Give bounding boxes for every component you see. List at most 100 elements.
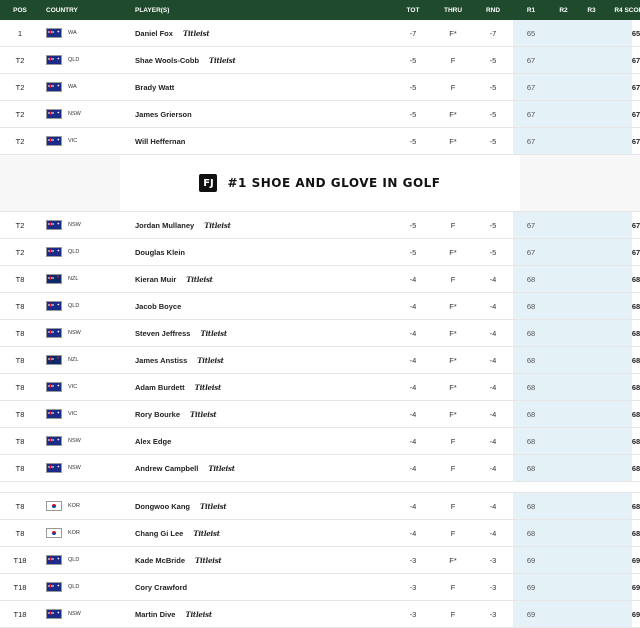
r2-cell <box>549 239 578 265</box>
rows-group-bottom: T8 KOR Dongwoo Kang Titleist -4 F -4 68 … <box>0 493 640 628</box>
player-cell[interactable]: Adam Burdett Titleist <box>123 374 393 400</box>
r2-cell <box>549 320 578 346</box>
header-r3[interactable]: R3 <box>578 0 605 20</box>
r3-cell <box>578 320 605 346</box>
player-name[interactable]: Shae Wools-Cobb <box>135 56 199 65</box>
player-name[interactable]: Adam Burdett <box>135 383 185 392</box>
player-name[interactable]: Daniel Fox <box>135 29 173 38</box>
player-cell[interactable]: Douglas Klein <box>123 239 393 265</box>
player-cell[interactable]: Rory Bourke Titleist <box>123 401 393 427</box>
header-score[interactable]: SCORE <box>624 0 640 20</box>
table-row[interactable]: T2 VIC Will Heffernan -5 F* -5 67 67 <box>0 128 640 155</box>
table-row[interactable]: T2 QLD Shae Wools-Cobb Titleist -5 F -5 … <box>0 47 640 74</box>
country-cell: KOR <box>40 520 123 546</box>
player-name[interactable]: James Grierson <box>135 110 192 119</box>
header-tot[interactable]: TOT <box>393 0 433 20</box>
table-row[interactable]: T8 KOR Chang Gi Lee Titleist -4 F -4 68 … <box>0 520 640 547</box>
player-name[interactable]: James Anstiss <box>135 356 187 365</box>
header-r1[interactable]: R1 <box>513 0 549 20</box>
player-name[interactable]: Cory Crawford <box>135 583 187 592</box>
header-rnd[interactable]: RND <box>473 0 513 20</box>
header-thru[interactable]: THRU <box>433 0 473 20</box>
score-cell: 68 <box>631 501 640 511</box>
player-name[interactable]: Will Heffernan <box>135 137 185 146</box>
table-row[interactable]: T18 QLD Kade McBride Titleist -3 F* -3 6… <box>0 547 640 574</box>
titleist-logo: Titleist <box>186 274 213 284</box>
country-cell: NZL <box>40 347 123 373</box>
state-code: WA <box>68 30 77 36</box>
table-row[interactable]: T2 QLD Douglas Klein -5 F* -5 67 67 <box>0 239 640 266</box>
table-row[interactable]: T2 NSW James Grierson -5 F* -5 67 67 <box>0 101 640 128</box>
pos-cell: T2 <box>15 247 25 257</box>
r2-cell <box>549 128 578 154</box>
table-row[interactable]: T2 NSW Jordan Mullaney Titleist -5 F -5 … <box>0 212 640 239</box>
table-row[interactable]: T8 KOR Dongwoo Kang Titleist -4 F -4 68 … <box>0 493 640 520</box>
player-cell[interactable]: Dongwoo Kang Titleist <box>123 493 393 519</box>
tot-cell: -4 <box>409 409 417 419</box>
r3-cell <box>578 212 605 238</box>
player-cell[interactable]: Jacob Boyce <box>123 293 393 319</box>
player-name[interactable]: Andrew Campbell <box>135 464 198 473</box>
table-row[interactable]: T8 NSW Steven Jeffress Titleist -4 F* -4… <box>0 320 640 347</box>
player-name[interactable]: Rory Bourke <box>135 410 180 419</box>
flag-icon <box>46 301 62 311</box>
player-name[interactable]: Brady Watt <box>135 83 174 92</box>
player-name[interactable]: Douglas Klein <box>135 248 185 257</box>
player-cell[interactable]: Shae Wools-Cobb Titleist <box>123 47 393 73</box>
player-cell[interactable]: Andrew Campbell Titleist <box>123 455 393 481</box>
ad-box[interactable]: FJ #1 SHOE AND GLOVE IN GOLF <box>120 155 520 211</box>
table-row[interactable]: T18 NSW Martin Dive Titleist -3 F -3 69 … <box>0 601 640 628</box>
flag-icon <box>46 247 62 257</box>
flag-icon <box>46 382 62 392</box>
table-row[interactable]: T8 NSW Andrew Campbell Titleist -4 F -4 … <box>0 455 640 482</box>
table-row[interactable]: T2 WA Brady Watt -5 F -5 67 67 <box>0 74 640 101</box>
player-name[interactable]: Steven Jeffress <box>135 329 190 338</box>
table-row[interactable]: 1 WA Daniel Fox Titleist -7 F* -7 65 65 <box>0 20 640 47</box>
flag-icon <box>46 436 62 446</box>
titleist-logo: Titleist <box>195 555 222 565</box>
header-players[interactable]: PLAYER(S) <box>123 0 393 20</box>
player-name[interactable]: Martin Dive <box>135 610 175 619</box>
country-cell: KOR <box>40 493 123 519</box>
table-row[interactable]: T8 NSW Alex Edge -4 F -4 68 68 <box>0 428 640 455</box>
player-cell[interactable]: Kade McBride Titleist <box>123 547 393 573</box>
player-cell[interactable]: Jordan Mullaney Titleist <box>123 212 393 238</box>
player-cell[interactable]: Daniel Fox Titleist <box>123 20 393 46</box>
footjoy-logo: FJ <box>199 174 218 192</box>
table-row[interactable]: T8 QLD Jacob Boyce -4 F* -4 68 68 <box>0 293 640 320</box>
table-row[interactable]: T8 VIC Adam Burdett Titleist -4 F* -4 68… <box>0 374 640 401</box>
player-name[interactable]: Jacob Boyce <box>135 302 181 311</box>
header-country[interactable]: COUNTRY <box>40 0 123 20</box>
player-name[interactable]: Kieran Muir <box>135 275 176 284</box>
table-row[interactable]: T18 QLD Cory Crawford -3 F -3 69 69 <box>0 574 640 601</box>
advertisement-banner[interactable]: FJ #1 SHOE AND GLOVE IN GOLF <box>0 155 640 212</box>
player-cell[interactable]: Martin Dive Titleist <box>123 601 393 627</box>
r3-cell <box>578 347 605 373</box>
header-r2[interactable]: R2 <box>549 0 578 20</box>
table-row[interactable]: T8 NZL James Anstiss Titleist -4 F* -4 6… <box>0 347 640 374</box>
player-cell[interactable]: Chang Gi Lee Titleist <box>123 520 393 546</box>
player-cell[interactable]: James Grierson <box>123 101 393 127</box>
player-name[interactable]: Alex Edge <box>135 437 171 446</box>
player-name[interactable]: Jordan Mullaney <box>135 221 194 230</box>
player-cell[interactable]: Steven Jeffress Titleist <box>123 320 393 346</box>
r2-cell <box>549 347 578 373</box>
table-row[interactable]: T8 VIC Rory Bourke Titleist -4 F* -4 68 … <box>0 401 640 428</box>
player-name[interactable]: Kade McBride <box>135 556 185 565</box>
table-row[interactable]: T8 NZL Kieran Muir Titleist -4 F -4 68 6… <box>0 266 640 293</box>
player-cell[interactable]: Kieran Muir Titleist <box>123 266 393 292</box>
player-cell[interactable]: Alex Edge <box>123 428 393 454</box>
player-cell[interactable]: Cory Crawford <box>123 574 393 600</box>
player-cell[interactable]: Will Heffernan <box>123 128 393 154</box>
pos-cell: T2 <box>15 109 25 119</box>
tot-cell: -3 <box>409 609 417 619</box>
player-cell[interactable]: James Anstiss Titleist <box>123 347 393 373</box>
player-name[interactable]: Chang Gi Lee <box>135 529 183 538</box>
tot-cell: -4 <box>409 274 417 284</box>
state-code: QLD <box>68 57 80 63</box>
player-name[interactable]: Dongwoo Kang <box>135 502 190 511</box>
header-pos[interactable]: POS <box>0 0 40 20</box>
player-cell[interactable]: Brady Watt <box>123 74 393 100</box>
r1-cell: 67 <box>513 101 549 127</box>
score-cell: 65 <box>631 28 640 38</box>
